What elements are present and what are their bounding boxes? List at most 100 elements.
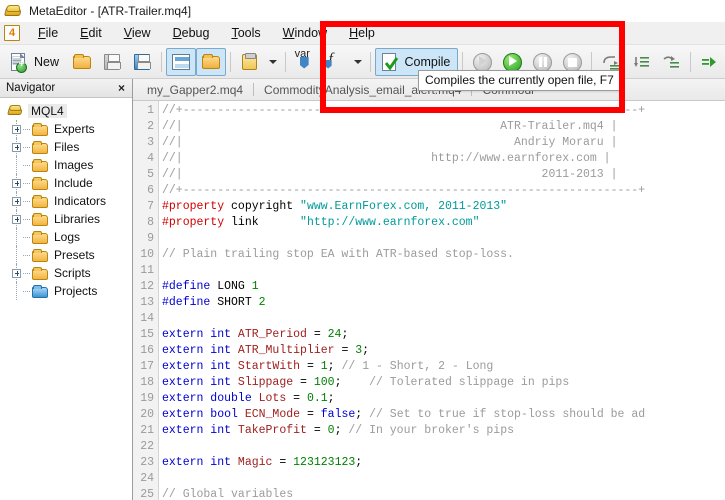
code-token: extern bool bbox=[162, 408, 245, 421]
open-folder-button[interactable] bbox=[67, 48, 97, 76]
menu-help[interactable]: Help bbox=[338, 23, 386, 43]
code-token: //| 2011-2013 | bbox=[162, 168, 617, 181]
line-number-gutter: 1234567891011121314151617181920212223242… bbox=[133, 101, 159, 500]
tree-item-images[interactable]: Images bbox=[0, 156, 132, 174]
editor-tab[interactable]: my_Gapper2.mq4 bbox=[137, 83, 253, 97]
code-line: //| ATR-Trailer.mq4 | bbox=[162, 119, 725, 135]
close-icon[interactable]: × bbox=[115, 81, 128, 95]
tree-item-logs[interactable]: Logs bbox=[0, 228, 132, 246]
expand-plus-icon[interactable] bbox=[12, 143, 21, 152]
goto-arrow-icon bbox=[699, 51, 721, 73]
line-number: 14 bbox=[133, 311, 158, 327]
menu-tools[interactable]: Tools bbox=[220, 23, 271, 43]
tree-item-scripts[interactable]: Scripts bbox=[0, 264, 132, 282]
tree-spacer bbox=[12, 233, 21, 242]
code-token: //| http://www.earnforex.com | bbox=[162, 152, 611, 165]
code-token: // Tolerated slippage in pips bbox=[369, 376, 569, 389]
insert-function-button[interactable]: f bbox=[320, 48, 350, 76]
new-file-button[interactable]: New bbox=[4, 48, 67, 76]
tree-item-indicators[interactable]: Indicators bbox=[0, 192, 132, 210]
clipboard-dropdown-icon[interactable] bbox=[269, 60, 277, 64]
code-token: // Global variables bbox=[162, 488, 293, 500]
code-token: #property bbox=[162, 216, 224, 229]
line-number: 19 bbox=[133, 391, 158, 407]
save-button[interactable] bbox=[97, 48, 127, 76]
function-icon: f bbox=[324, 51, 346, 73]
tree-item-label: Projects bbox=[54, 284, 97, 298]
tree-connector bbox=[23, 165, 30, 166]
tree-item-files[interactable]: Files bbox=[0, 138, 132, 156]
code-token: extern int bbox=[162, 424, 238, 437]
code-token: SHORT bbox=[210, 296, 258, 309]
code-token: #property bbox=[162, 200, 224, 213]
save-all-button[interactable] bbox=[127, 48, 157, 76]
step-into-button[interactable] bbox=[626, 48, 656, 76]
menu-edit[interactable]: Edit bbox=[69, 23, 113, 43]
compile-label: Compile bbox=[404, 55, 455, 69]
line-number: 24 bbox=[133, 471, 158, 487]
tree-connector bbox=[23, 255, 30, 256]
code-token: copyright bbox=[224, 200, 300, 213]
code-line: #property copyright "www.EarnForex.com, … bbox=[162, 199, 725, 215]
navigator-button[interactable] bbox=[196, 48, 226, 76]
tree-item-projects[interactable]: Projects bbox=[0, 282, 132, 300]
clipboard-button[interactable] bbox=[235, 48, 265, 76]
code-token: LONG bbox=[210, 280, 251, 293]
line-number: 10 bbox=[133, 247, 158, 263]
line-number: 16 bbox=[133, 343, 158, 359]
code-token: Lots bbox=[259, 392, 287, 405]
code-line: //| http://www.earnforex.com | bbox=[162, 151, 725, 167]
tree-root-mql4[interactable]: MQL4 bbox=[0, 102, 132, 120]
toggle-panel-button[interactable] bbox=[166, 48, 196, 76]
toolbar-separator bbox=[370, 52, 371, 72]
expand-plus-icon[interactable] bbox=[12, 179, 21, 188]
tree-spacer bbox=[12, 287, 21, 296]
book-icon bbox=[8, 104, 23, 118]
navigator-title: Navigator bbox=[6, 82, 115, 94]
menu-window[interactable]: Window bbox=[272, 23, 338, 43]
insert-variable-button[interactable]: var bbox=[290, 48, 320, 76]
line-number: 25 bbox=[133, 487, 158, 500]
tree-item-presets[interactable]: Presets bbox=[0, 246, 132, 264]
menu-file[interactable]: File bbox=[27, 23, 69, 43]
code-area[interactable]: 1234567891011121314151617181920212223242… bbox=[133, 101, 725, 500]
menu-view[interactable]: View bbox=[113, 23, 162, 43]
code-token: // In your broker's pips bbox=[348, 424, 514, 437]
go-to-button[interactable] bbox=[695, 48, 725, 76]
code-token: extern double bbox=[162, 392, 259, 405]
line-number: 4 bbox=[133, 151, 158, 167]
code-text[interactable]: //+-------------------------------------… bbox=[159, 101, 725, 500]
tree-item-include[interactable]: Include bbox=[0, 174, 132, 192]
folder-icon bbox=[32, 141, 49, 154]
code-token: ; bbox=[328, 360, 342, 373]
folder-icon bbox=[32, 231, 49, 244]
tree-connector bbox=[23, 273, 30, 274]
panel-icon bbox=[170, 51, 192, 73]
tree-item-experts[interactable]: Experts bbox=[0, 120, 132, 138]
line-number: 23 bbox=[133, 455, 158, 471]
expand-plus-icon[interactable] bbox=[12, 125, 21, 134]
new-file-icon bbox=[8, 51, 30, 73]
code-token: 100 bbox=[314, 376, 335, 389]
code-line: // Global variables bbox=[162, 487, 725, 500]
tree-item-libraries[interactable]: Libraries bbox=[0, 210, 132, 228]
tree-item-list: Experts Files ImagesIncludeIndicatorsLibra… bbox=[0, 120, 132, 300]
code-token: extern int bbox=[162, 360, 238, 373]
expand-plus-icon[interactable] bbox=[12, 269, 21, 278]
tree-item-label: Files bbox=[54, 140, 79, 154]
folder-icon bbox=[32, 177, 49, 190]
code-token: 0 bbox=[328, 424, 335, 437]
line-number: 21 bbox=[133, 423, 158, 439]
code-token: ; bbox=[355, 456, 362, 469]
expand-plus-icon[interactable] bbox=[12, 215, 21, 224]
line-number: 17 bbox=[133, 359, 158, 375]
menu-debug[interactable]: Debug bbox=[162, 23, 221, 43]
function-dropdown-icon[interactable] bbox=[354, 60, 362, 64]
step-over-button[interactable] bbox=[656, 48, 686, 76]
expand-plus-icon[interactable] bbox=[12, 197, 21, 206]
code-line bbox=[162, 311, 725, 327]
code-token: TakeProfit bbox=[238, 424, 307, 437]
code-token: // Plain trailing stop EA with ATR-based… bbox=[162, 248, 514, 261]
tree-item-label: Scripts bbox=[54, 266, 91, 280]
code-line: extern int Magic = 123123123; bbox=[162, 455, 725, 471]
